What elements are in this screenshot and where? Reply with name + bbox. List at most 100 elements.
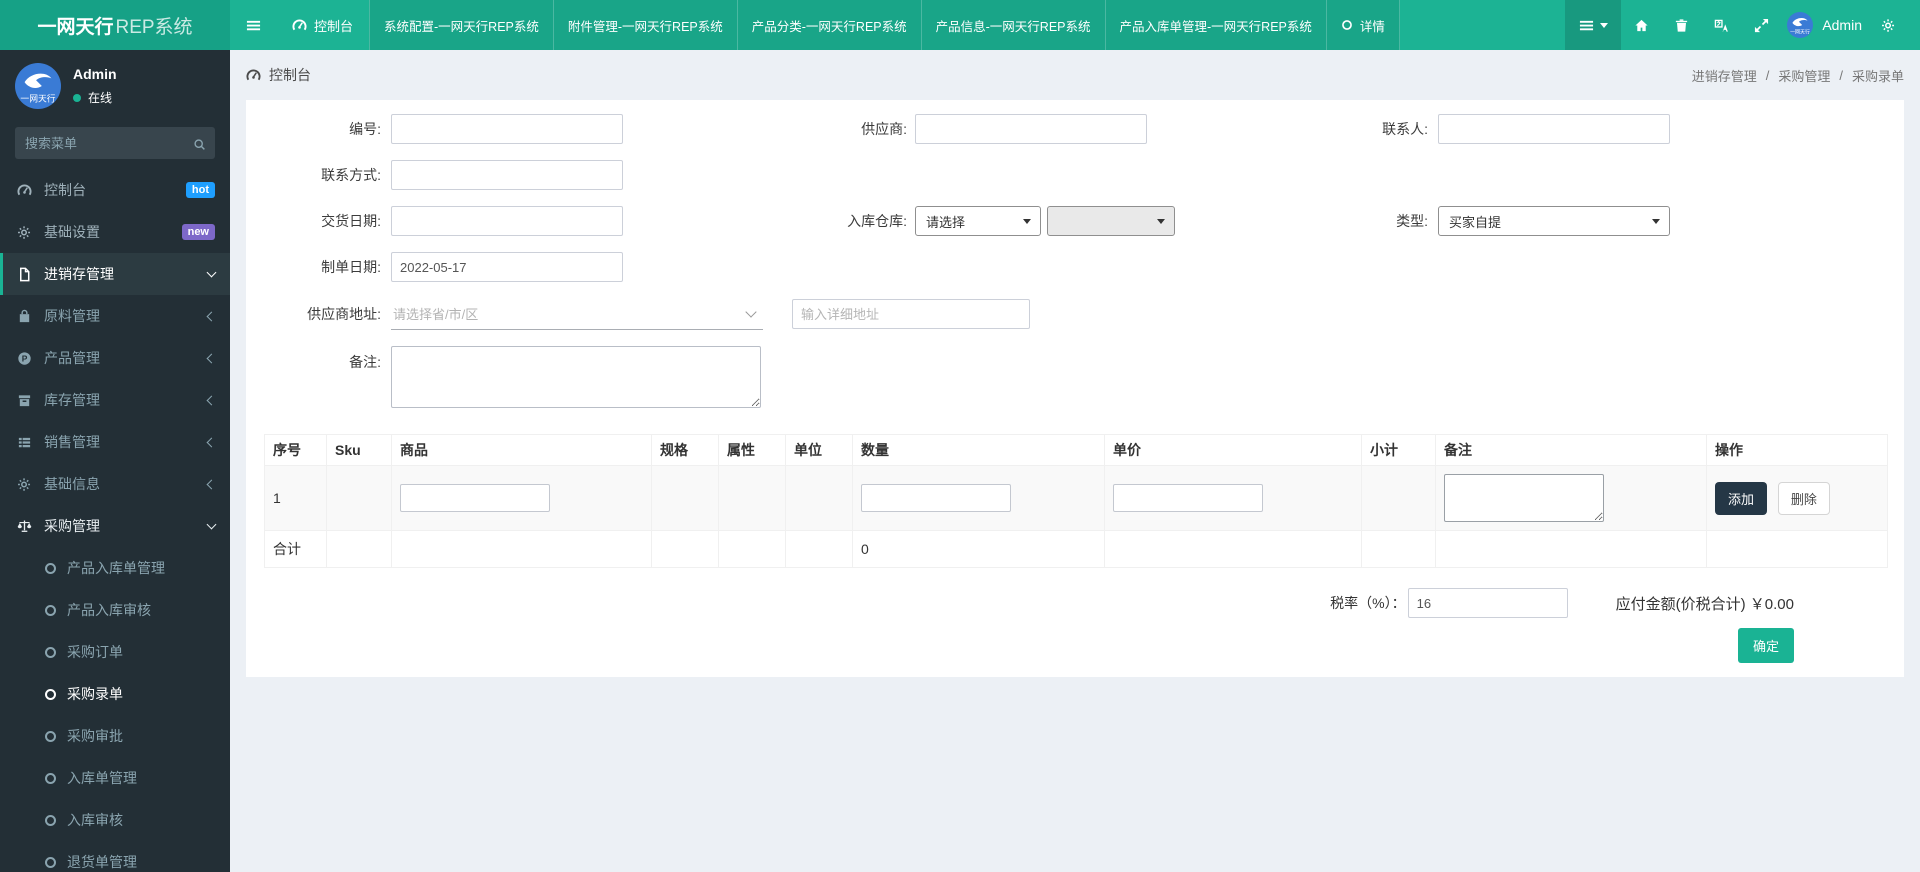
- clear-cache-button[interactable]: [1661, 0, 1701, 50]
- supplier-label: 供应商:: [861, 121, 907, 137]
- phone-input[interactable]: [391, 160, 623, 190]
- main-content: 控制台 进销存管理 / 采购管理 / 采购录单 编号: 供应商: 联系人: 联系…: [230, 0, 1920, 677]
- delivery-date-input[interactable]: [391, 206, 623, 236]
- row-product-input[interactable]: [400, 484, 550, 512]
- tax-row: 税率（%）： 应付金额(价税合计) ￥0.00: [246, 588, 1904, 618]
- row-attr-cell: [718, 465, 786, 531]
- app-logo: 一网天行 REP系统: [0, 0, 230, 50]
- sidebar-item-dashboard[interactable]: 控制台 hot: [0, 169, 230, 211]
- navbar-tab-product-inbound-mgmt[interactable]: 产品入库单管理-一网天行REP系统: [1104, 0, 1326, 50]
- sidebar-item-stock-mgmt[interactable]: 库存管理: [0, 379, 230, 421]
- add-row-button[interactable]: 添加: [1715, 481, 1768, 515]
- home-button[interactable]: [1621, 0, 1661, 50]
- menu-label: 原料管理: [44, 308, 100, 324]
- user-menu[interactable]: 一网天行 Admin: [1787, 12, 1862, 38]
- detail-address-input[interactable]: [792, 299, 1030, 329]
- circle-icon: [45, 646, 56, 658]
- online-status-label: 在线: [88, 91, 113, 105]
- row-subtotal-cell: [1361, 465, 1436, 531]
- circle-icon: [45, 730, 56, 742]
- sidebar-subitem-product-inbound-mgmt[interactable]: 产品入库单管理: [0, 547, 230, 589]
- remark-textarea[interactable]: [391, 346, 761, 408]
- no-label: 编号:: [349, 121, 381, 137]
- row-quantity-input[interactable]: [861, 484, 1011, 512]
- balance-scale-icon: [15, 519, 33, 534]
- region-select[interactable]: 请选择省/市/区: [391, 298, 763, 330]
- navbar-dashboard-tab[interactable]: 控制台: [276, 0, 369, 50]
- sidebar-subitem-return-order-mgmt[interactable]: 退货单管理: [0, 841, 230, 872]
- svg-text:一网天行: 一网天行: [20, 92, 55, 103]
- warehouse-select-value: 请选择: [926, 214, 966, 230]
- col-actions: 操作: [1706, 434, 1888, 466]
- menu-label: 进销存管理: [44, 266, 114, 282]
- col-index: 序号: [264, 434, 327, 466]
- sidebar-item-basic-info[interactable]: 基础信息: [0, 463, 230, 505]
- language-button[interactable]: [1701, 0, 1741, 50]
- table-header-row: 序号 Sku 商品 规格 属性 单位 数量 单价 小计 备注 操作: [264, 434, 1888, 466]
- content-header: 控制台 进销存管理 / 采购管理 / 采购录单: [230, 50, 1920, 100]
- navbar-tab-product-info[interactable]: 产品信息-一网天行REP系统: [920, 0, 1105, 50]
- app-logo-light: REP系统: [115, 16, 193, 38]
- breadcrumb-purchase[interactable]: 采购管理: [1778, 66, 1830, 85]
- make-date-input[interactable]: [391, 252, 623, 282]
- sidebar-item-sales-mgmt[interactable]: 销售管理: [0, 421, 230, 463]
- sidebar-subitem-purchase-entry[interactable]: 采购录单: [0, 673, 230, 715]
- supplier-input[interactable]: [915, 114, 1147, 144]
- row-price-input[interactable]: [1113, 484, 1263, 512]
- sidebar-item-purchase-mgmt[interactable]: 采购管理: [0, 505, 230, 547]
- total-label-cell: 合计: [264, 530, 327, 568]
- tab-label: 产品信息-一网天行REP系统: [935, 19, 1091, 34]
- warehouse-sub-select[interactable]: [1047, 206, 1175, 236]
- svg-text:一网天行: 一网天行: [1790, 29, 1810, 36]
- chevron-left-icon: [206, 479, 217, 489]
- sidebar-item-inventory-mgmt[interactable]: 进销存管理: [0, 253, 230, 295]
- tabs-menu-dropdown[interactable]: [1565, 0, 1622, 50]
- settings-button[interactable]: [1868, 0, 1908, 50]
- fullscreen-button[interactable]: [1741, 0, 1781, 50]
- navbar-page-tabs: 系统配置-一网天行REP系统 附件管理-一网天行REP系统 产品分类-一网天行R…: [369, 0, 1400, 50]
- navbar-tab-system-config[interactable]: 系统配置-一网天行REP系统: [369, 0, 553, 50]
- sidebar-toggle-button[interactable]: [230, 0, 276, 50]
- type-select[interactable]: 买家自提: [1438, 206, 1670, 236]
- circle-icon: [45, 604, 56, 616]
- sidebar-subitem-product-inbound-audit[interactable]: 产品入库审核: [0, 589, 230, 631]
- items-table: 序号 Sku 商品 规格 属性 单位 数量 单价 小计 备注 操作 1 添加 删…: [264, 434, 1888, 568]
- chevron-left-icon: [206, 437, 217, 447]
- col-spec: 规格: [651, 434, 719, 466]
- delete-row-button[interactable]: 删除: [1777, 481, 1830, 515]
- top-navbar: 一网天行 REP系统 控制台 系统配置-一网天行REP系统 附件管理-一网天行R…: [0, 0, 1920, 50]
- col-attr: 属性: [718, 434, 786, 466]
- sidebar-item-basic-settings[interactable]: 基础设置 new: [0, 211, 230, 253]
- menu-search-input[interactable]: [15, 127, 215, 159]
- caret-down-icon: [1599, 22, 1608, 32]
- tab-label: 系统配置-一网天行REP系统: [384, 19, 539, 34]
- contact-input[interactable]: [1438, 114, 1670, 144]
- warehouse-select[interactable]: 请选择: [915, 206, 1041, 236]
- sidebar-menu: 控制台 hot 基础设置 new 进销存管理 原料管理 P 产品管理 库存管理: [0, 169, 230, 872]
- table-total-row: 合计 0: [264, 530, 1888, 568]
- navbar-tab-product-category[interactable]: 产品分类-一网天行REP系统: [736, 0, 921, 50]
- sidebar-item-material-mgmt[interactable]: 原料管理: [0, 295, 230, 337]
- sidebar-item-product-mgmt[interactable]: P 产品管理: [0, 337, 230, 379]
- row-remark-textarea[interactable]: [1444, 474, 1604, 522]
- sidebar-subitem-purchase-approval[interactable]: 采购审批: [0, 715, 230, 757]
- warehouse-label: 入库仓库:: [847, 213, 907, 229]
- navbar-tab-detail[interactable]: 详情: [1325, 0, 1400, 50]
- navbar-tab-attachment-mgmt[interactable]: 附件管理-一网天行REP系统: [552, 0, 737, 50]
- breadcrumb-inventory[interactable]: 进销存管理: [1692, 66, 1757, 85]
- row-index-cell: 1: [264, 465, 327, 531]
- sidebar-subitem-inbound-order-mgmt[interactable]: 入库单管理: [0, 757, 230, 799]
- chevron-down-icon: [745, 305, 757, 318]
- translate-icon: [1714, 19, 1728, 32]
- payable-amount: 应付金额(价税合计) ￥0.00: [1616, 593, 1794, 614]
- purchase-entry-panel: 编号: 供应商: 联系人: 联系方式: 交货日期: 入库仓库: 请选择 类型: …: [246, 100, 1904, 677]
- chevron-left-icon: [206, 395, 217, 405]
- tax-rate-input[interactable]: [1407, 588, 1568, 618]
- sidebar-subitem-inbound-audit[interactable]: 入库审核: [0, 799, 230, 841]
- sidebar-subitem-purchase-order[interactable]: 采购订单: [0, 631, 230, 673]
- no-input[interactable]: [391, 114, 623, 144]
- sidebar-user-name: Admin: [73, 66, 117, 82]
- submenu-label: 产品入库单管理: [67, 560, 165, 576]
- confirm-button[interactable]: 确定: [1737, 628, 1794, 663]
- file-icon: [15, 267, 33, 282]
